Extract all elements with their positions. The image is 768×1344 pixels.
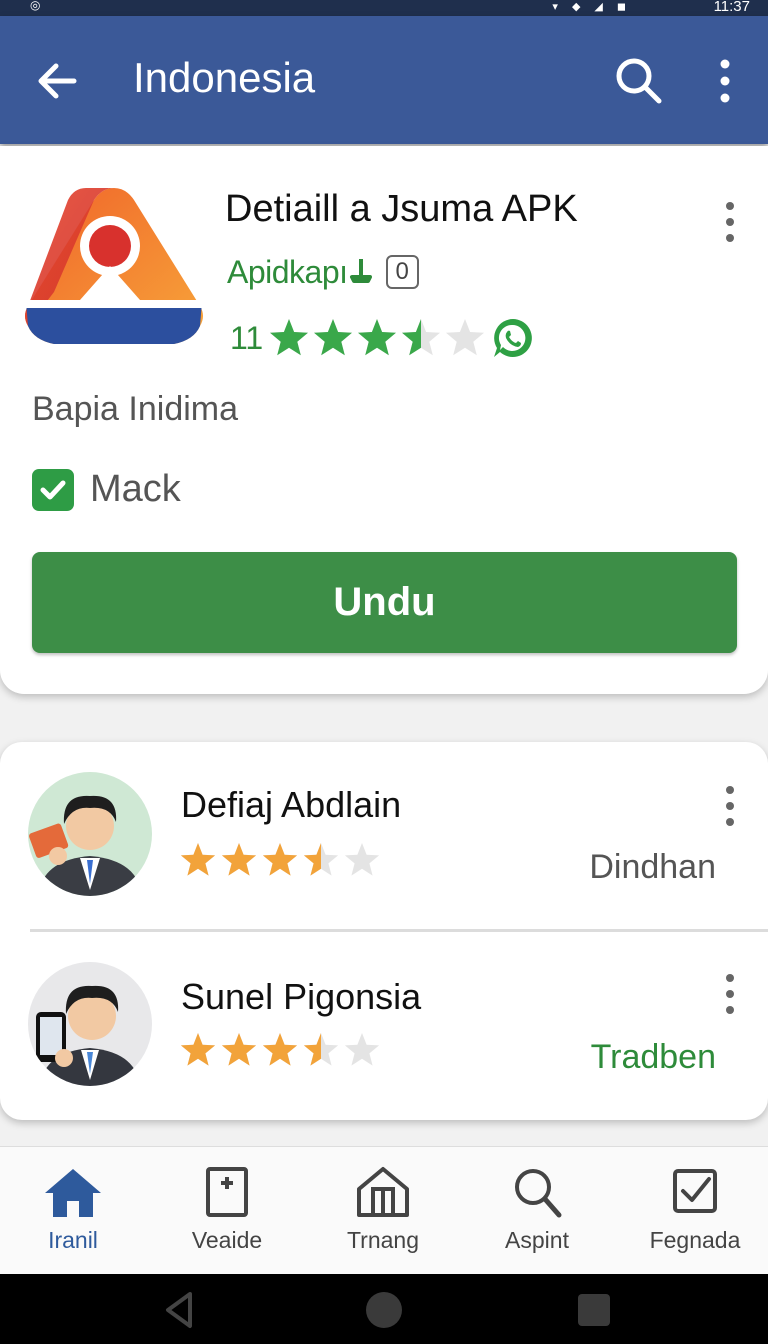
star-filled-icon <box>262 1033 298 1066</box>
status-time: 11:37 <box>713 0 750 15</box>
more-vert-icon[interactable] <box>708 56 742 106</box>
star-filled-icon <box>180 1033 216 1066</box>
developer-name[interactable]: Apidkapı <box>227 254 348 291</box>
divider <box>30 929 768 932</box>
checkbox-checked-icon[interactable] <box>32 468 74 511</box>
nav-item-store[interactable]: Trnang <box>308 1165 458 1265</box>
item-name: Defiaj Abdlain <box>181 784 402 825</box>
checkbox-icon <box>673 1169 717 1213</box>
app-logo-icon[interactable] <box>22 184 206 356</box>
home-circle-icon[interactable] <box>362 1288 406 1332</box>
bottom-navigation: Iranil Veaide Trnang Aspint Fegnada <box>0 1146 768 1274</box>
nav-label: Veaide <box>191 1227 263 1253</box>
nav-label: Fegnada <box>649 1227 741 1253</box>
back-arrow-icon[interactable] <box>30 54 84 108</box>
list-item[interactable]: Defiaj Abdlain Dindhan <box>0 742 768 932</box>
nav-item-search[interactable]: Aspint <box>462 1165 612 1265</box>
notification-icon: ◎ <box>30 0 41 12</box>
rating-row: 11 <box>230 314 535 362</box>
item-tag: Tradben <box>590 1038 716 1076</box>
star-filled-icon <box>180 843 216 876</box>
avatar <box>28 962 152 1086</box>
store-icon <box>357 1167 409 1217</box>
star-filled-icon <box>314 319 353 356</box>
app-bar: Indonesia <box>0 16 768 144</box>
nav-label: Trnang <box>346 1227 420 1253</box>
star-filled-icon <box>221 1033 257 1066</box>
rating-stars <box>269 318 485 358</box>
avatar <box>28 772 152 896</box>
check-row[interactable]: Mack <box>32 468 181 511</box>
item-tag: Dindhan <box>589 848 716 886</box>
star-filled-icon <box>358 319 397 356</box>
nav-item-home[interactable]: Iranil <box>0 1165 148 1265</box>
search-icon[interactable] <box>612 54 666 108</box>
item-rating-stars <box>180 842 380 883</box>
system-navigation-bar <box>0 1274 768 1344</box>
app-name: Detiaill a Jsuma APK <box>225 188 578 230</box>
app-more-icon[interactable] <box>720 200 740 244</box>
developer-badge: 0 <box>385 255 419 289</box>
item-more-icon[interactable] <box>720 784 740 828</box>
page-title: Indonesia <box>133 54 316 101</box>
item-more-icon[interactable] <box>720 972 740 1016</box>
recents-square-icon[interactable] <box>572 1288 616 1332</box>
item-rating-stars <box>180 1032 380 1073</box>
home-icon <box>45 1169 101 1217</box>
nav-item-document[interactable]: Veaide <box>152 1165 302 1265</box>
nav-label: Aspint <box>505 1227 569 1253</box>
download-button[interactable]: Undu <box>32 552 737 653</box>
status-bar: ◎ ▾◆◢◼ 11:37 <box>0 0 768 16</box>
back-triangle-icon[interactable] <box>158 1288 202 1332</box>
app-subtitle: Bapia Inidima <box>32 390 239 428</box>
developer-row: Apidkapı 0 <box>227 252 419 292</box>
rating-count: 11 <box>230 319 264 356</box>
whatsapp-icon[interactable] <box>491 316 535 360</box>
star-filled-icon <box>262 843 298 876</box>
document-icon <box>206 1167 248 1217</box>
star-empty-icon <box>344 843 380 876</box>
star-empty-icon <box>446 319 485 356</box>
search-icon <box>515 1169 562 1218</box>
status-icons: ▾◆◢◼ <box>552 1 640 13</box>
pin-icon <box>349 259 372 283</box>
nav-label: Iranil <box>48 1227 98 1253</box>
star-empty-icon <box>344 1033 380 1066</box>
people-list-card: Defiaj Abdlain Dindhan Sunel Pigonsia Tr… <box>0 742 768 1120</box>
item-name: Sunel Pigonsia <box>181 976 422 1017</box>
nav-item-checkbox[interactable]: Fegnada <box>620 1165 768 1265</box>
checkbox-label: Mack <box>90 468 181 510</box>
list-item[interactable]: Sunel Pigonsia Tradben <box>0 934 768 1114</box>
star-filled-icon <box>270 319 309 356</box>
star-filled-icon <box>221 843 257 876</box>
